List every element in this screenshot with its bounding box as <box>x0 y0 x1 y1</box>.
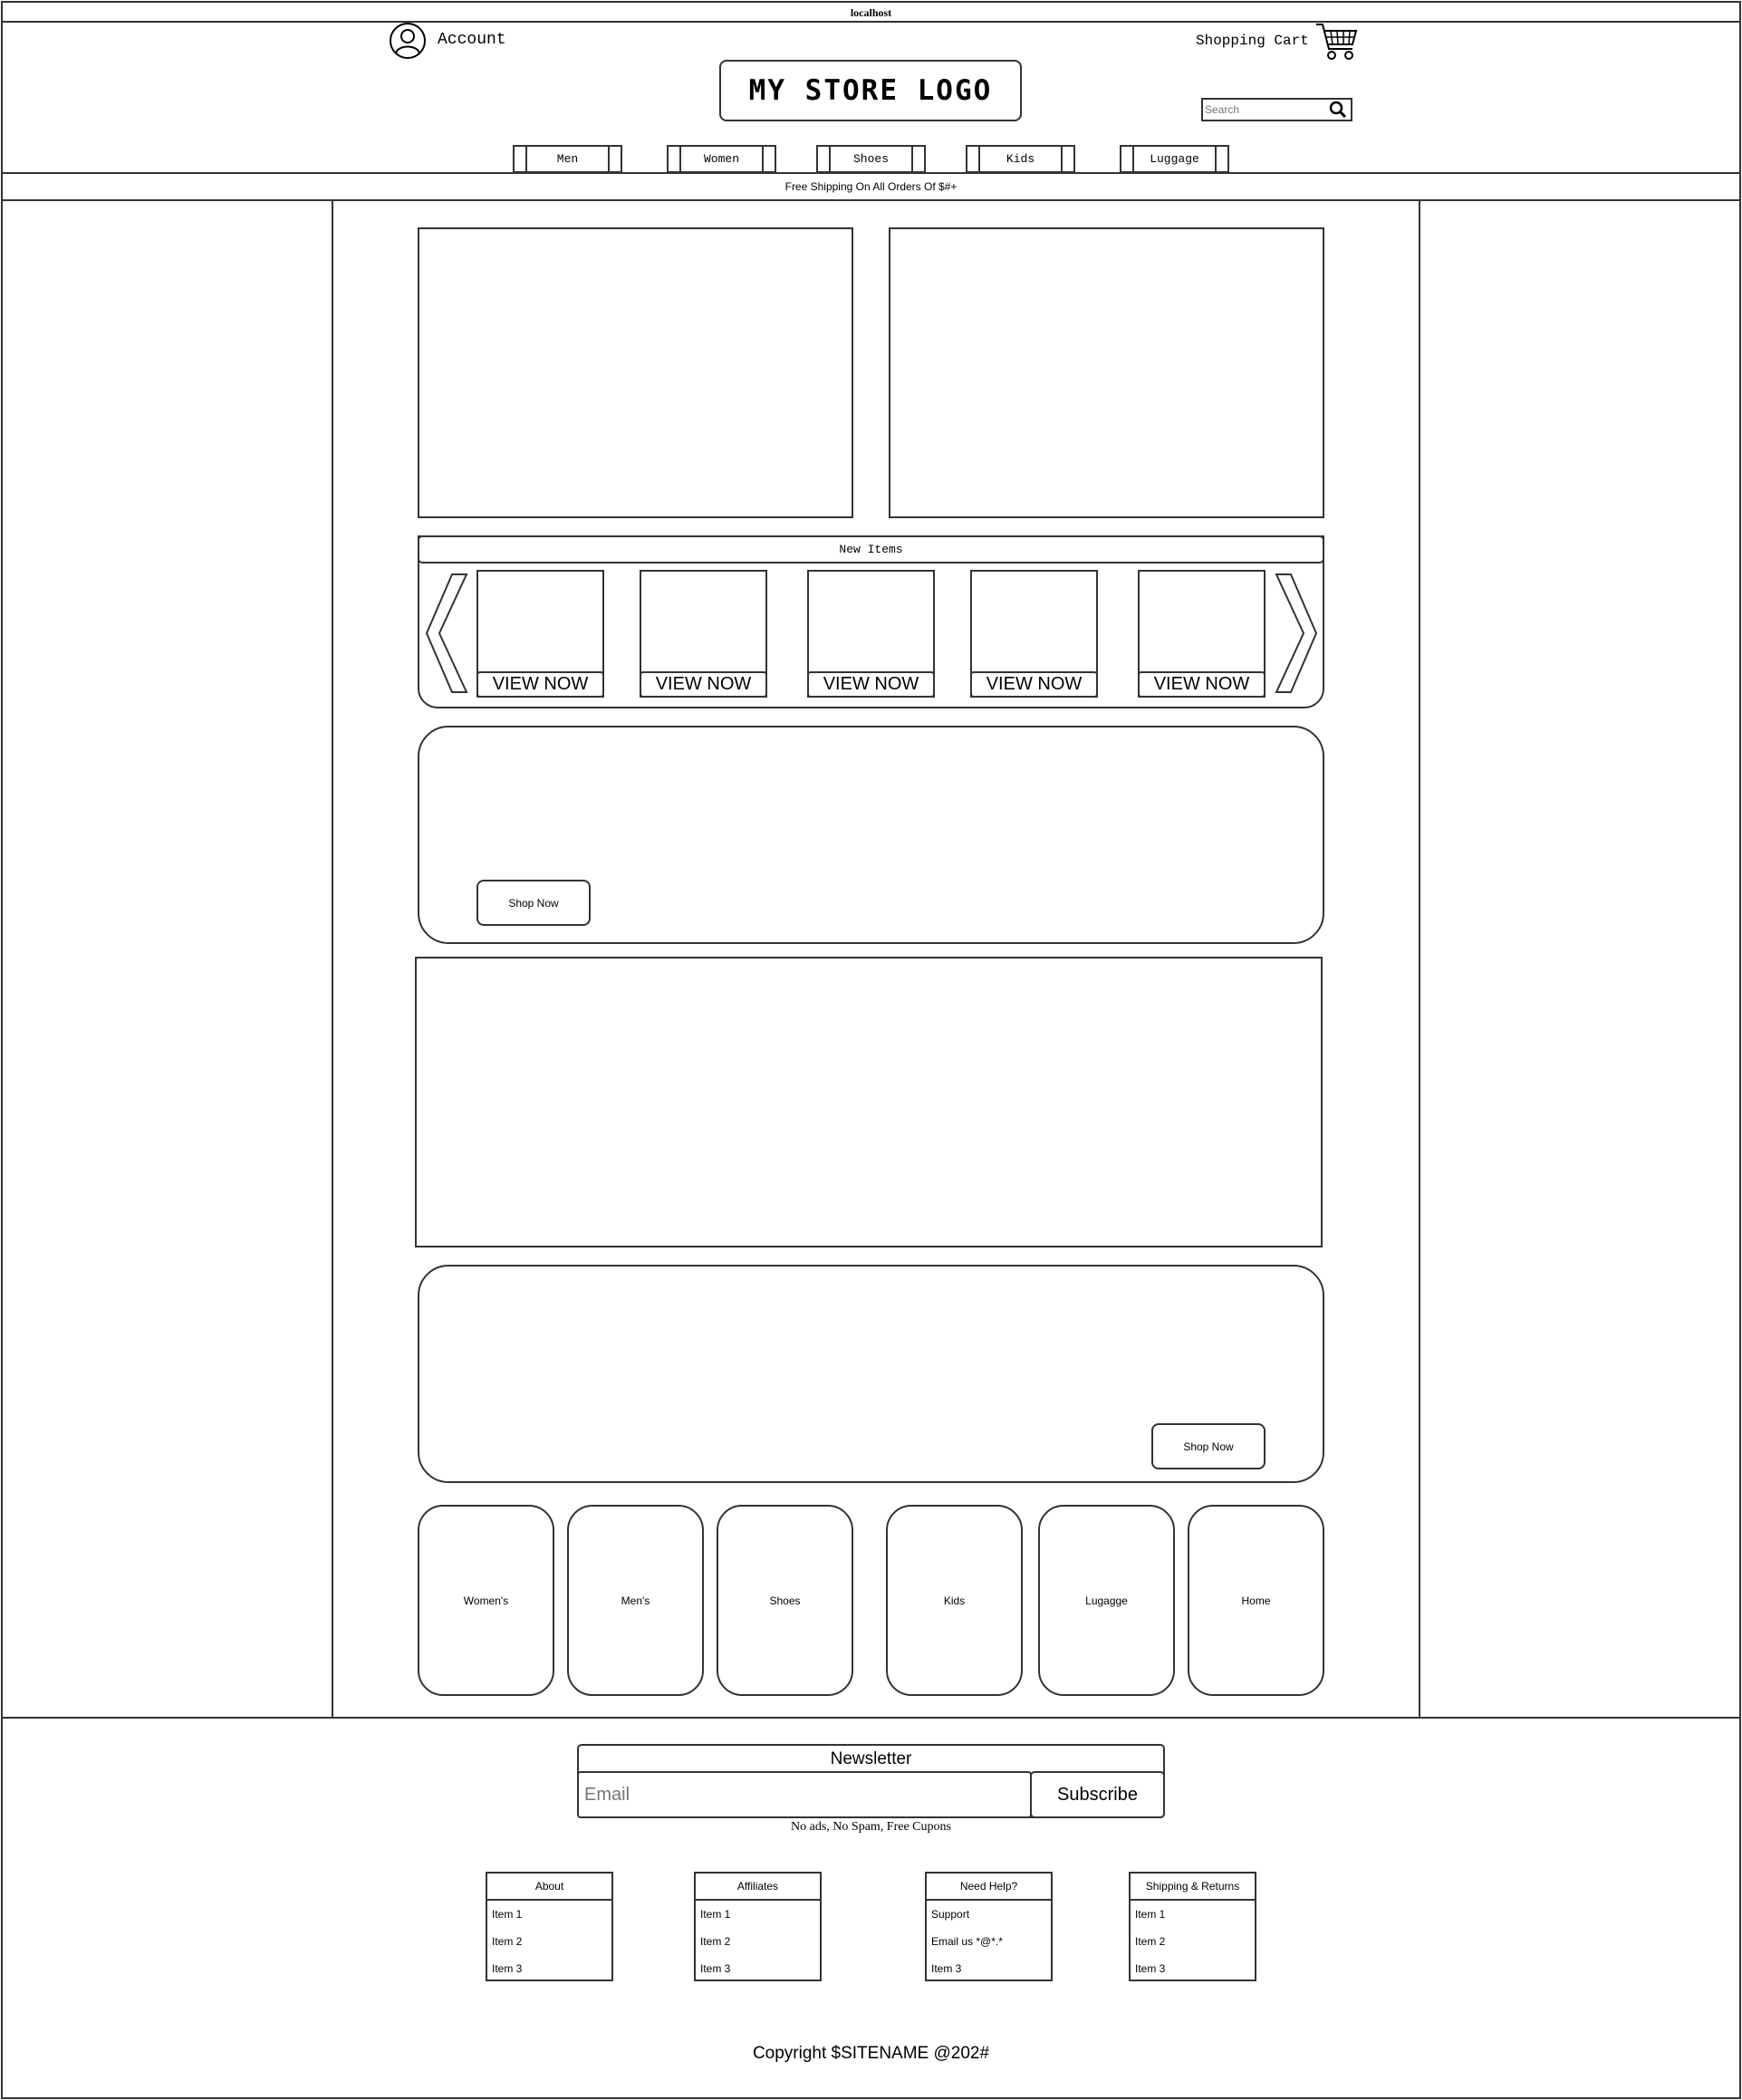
view-now-button[interactable]: VIEW NOW <box>807 671 935 698</box>
featured-image[interactable] <box>415 957 1323 1247</box>
nav-tab-label: Women <box>703 152 739 166</box>
hero-image-left[interactable] <box>418 227 853 518</box>
shopping-cart-link[interactable]: Shopping Cart <box>1191 22 1358 62</box>
category-card-kids[interactable]: Kids <box>886 1505 1023 1696</box>
shop-now-button[interactable]: Shop Now <box>476 880 591 926</box>
footer-column-title: About <box>487 1874 611 1901</box>
nav-tab-women[interactable]: Women <box>667 145 776 173</box>
footer-link[interactable]: Item 2 <box>487 1928 611 1955</box>
footer-link[interactable]: Item 1 <box>487 1901 611 1928</box>
nav-tab-luggage[interactable]: Luggage <box>1120 145 1229 173</box>
nav-tab-label: Shoes <box>852 152 889 166</box>
nav-tab-label: Kids <box>1006 152 1035 166</box>
footer-divider <box>1 1717 1741 1719</box>
nav-tab-men[interactable]: Men <box>513 145 622 173</box>
footer-link[interactable]: Item 1 <box>1131 1901 1255 1928</box>
nav-tab-shoes[interactable]: Shoes <box>816 145 926 173</box>
copyright: Copyright $SITENAME @202# <box>752 2044 990 2063</box>
footer-column-need-help: Need Help? Support Email us *@*.* Item 3 <box>925 1872 1053 1981</box>
footer-column-about: About Item 1 Item 2 Item 3 <box>486 1872 613 1981</box>
footer-column-affiliates: Affiliates Item 1 Item 2 Item 3 <box>694 1872 822 1981</box>
search-bar[interactable] <box>1201 98 1352 121</box>
footer-link[interactable]: Item 3 <box>487 1955 611 1982</box>
footer-link[interactable]: Item 2 <box>1131 1928 1255 1955</box>
footer-column-title: Need Help? <box>927 1874 1051 1901</box>
browser-url: localhost <box>850 5 892 19</box>
account-label: Account <box>438 31 506 49</box>
carousel-next-arrow[interactable] <box>1273 573 1318 694</box>
logo-text: MY STORE LOGO <box>748 74 993 107</box>
new-items-header: New Items <box>418 535 1324 564</box>
view-now-button[interactable]: VIEW NOW <box>970 671 1098 698</box>
search-icon[interactable] <box>1329 101 1347 119</box>
footer-column-title: Affiliates <box>696 1874 820 1901</box>
email-field[interactable] <box>577 1771 1032 1818</box>
hero-image-right[interactable] <box>889 227 1324 518</box>
nav-tab-kids[interactable]: Kids <box>966 145 1075 173</box>
free-shipping-banner: Free Shipping On All Orders Of $#+ <box>784 180 958 193</box>
shopping-cart-icon <box>1316 24 1358 60</box>
footer-link[interactable]: Email us *@*.* <box>927 1928 1051 1955</box>
account-link[interactable]: Account <box>389 22 515 60</box>
category-card-womens[interactable]: Women's <box>418 1505 554 1696</box>
category-card-shoes[interactable]: Shoes <box>717 1505 853 1696</box>
shop-now-button[interactable]: Shop Now <box>1151 1423 1266 1469</box>
view-now-button[interactable]: VIEW NOW <box>476 671 604 698</box>
category-card-home[interactable]: Home <box>1188 1505 1324 1696</box>
search-input[interactable] <box>1203 100 1321 120</box>
footer-column-title: Shipping & Returns <box>1131 1874 1255 1901</box>
newsletter-title: Newsletter <box>830 1749 912 1768</box>
cart-label: Shopping Cart <box>1196 33 1309 49</box>
banner-divider <box>1 199 1741 201</box>
user-icon <box>390 23 426 59</box>
footer-link[interactable]: Item 3 <box>1131 1955 1255 1982</box>
subscribe-button[interactable]: Subscribe <box>1030 1771 1165 1818</box>
view-now-button[interactable]: VIEW NOW <box>640 671 767 698</box>
footer-link[interactable]: Support <box>927 1901 1051 1928</box>
store-logo[interactable]: MY STORE LOGO <box>719 60 1022 121</box>
content-left-border <box>332 200 333 1719</box>
category-card-luggage[interactable]: Lugagge <box>1038 1505 1175 1696</box>
content-right-border <box>1419 200 1420 1719</box>
category-card-mens[interactable]: Men's <box>567 1505 704 1696</box>
view-now-button[interactable]: VIEW NOW <box>1138 671 1266 698</box>
footer-link[interactable]: Item 3 <box>927 1955 1051 1982</box>
titlebar-divider <box>1 21 1741 23</box>
nav-tab-label: Luggage <box>1150 152 1199 166</box>
footer-link[interactable]: Item 3 <box>696 1955 820 1982</box>
footer-link[interactable]: Item 2 <box>696 1928 820 1955</box>
footer-column-shipping-returns: Shipping & Returns Item 1 Item 2 Item 3 <box>1129 1872 1256 1981</box>
nav-tab-label: Men <box>556 152 579 166</box>
newsletter-note: No ads, No Spam, Free Cupons <box>791 1820 951 1834</box>
carousel-prev-arrow[interactable] <box>425 573 470 694</box>
footer-link[interactable]: Item 1 <box>696 1901 820 1928</box>
